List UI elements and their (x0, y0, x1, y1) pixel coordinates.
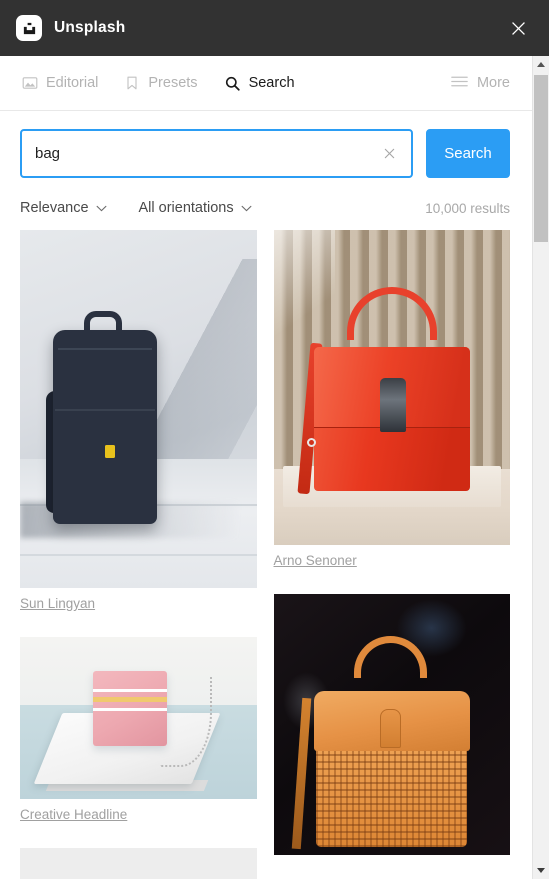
scroll-down-arrow-icon[interactable] (533, 862, 549, 879)
sort-dropdown[interactable]: Relevance (20, 200, 107, 216)
result-card: Arno Senoner (273, 230, 510, 586)
window-body: Editorial Presets Search More bag Search… (0, 56, 549, 879)
photo-thumbnail[interactable] (273, 230, 510, 545)
search-submit-button[interactable]: Search (426, 129, 510, 178)
photo-art-layer (53, 330, 158, 524)
filter-row: Relevance All orientations 10,000 result… (0, 194, 532, 230)
orientation-dropdown-label: All orientations (138, 200, 234, 216)
results-count: 10,000 results (425, 200, 510, 216)
image-icon (22, 75, 38, 91)
window-titlebar: Unsplash (0, 0, 549, 56)
photo-art-layer (316, 737, 468, 848)
photo-art-layer (379, 708, 402, 748)
scrollbar-thumb[interactable] (533, 75, 548, 242)
orientation-dropdown[interactable]: All orientations (139, 200, 252, 216)
photo-art-layer (55, 409, 155, 411)
content-area: Editorial Presets Search More bag Search… (0, 56, 532, 879)
loading-placeholder (20, 848, 257, 879)
result-card: Creative Headline (20, 637, 257, 840)
more-menu-button[interactable]: More (451, 75, 510, 92)
vertical-scrollbar[interactable] (532, 56, 549, 879)
scrollbar-track[interactable] (533, 73, 549, 862)
search-row: bag Search (0, 111, 532, 194)
tab-search-label: Search (248, 75, 295, 91)
unsplash-plugin-window: Unsplash Editorial Presets Search More b… (0, 0, 549, 879)
photo-art-layer (306, 437, 316, 447)
tab-presets[interactable]: Presets (124, 75, 198, 91)
window-title: Unsplash (54, 19, 126, 36)
photo-credit-link[interactable]: Sun Lingyan (20, 596, 95, 611)
more-menu-label: More (476, 75, 510, 91)
sort-dropdown-label: Relevance (20, 200, 89, 216)
result-card (273, 594, 510, 855)
search-input[interactable]: bag (20, 129, 413, 178)
tabbar: Editorial Presets Search More (0, 56, 532, 111)
bookmark-icon (124, 75, 140, 91)
close-window-button[interactable] (501, 11, 535, 45)
photo-credit-link[interactable]: Creative Headline (20, 807, 127, 822)
photo-art-layer (93, 708, 167, 712)
chevron-down-icon (241, 205, 252, 212)
photo-art-layer (379, 378, 406, 432)
photo-art-layer (93, 696, 167, 702)
photo-thumbnail[interactable] (20, 230, 257, 588)
results-grid: Sun Lingyan Creative Headline Arno Senon… (0, 230, 532, 879)
tab-presets-label: Presets (148, 75, 198, 91)
search-input-value: bag (35, 145, 61, 162)
photo-art-layer (105, 444, 116, 458)
arrow-up-glyph (537, 62, 545, 67)
tab-search[interactable]: Search (224, 75, 295, 92)
brand: Unsplash (16, 15, 125, 41)
photo-thumbnail[interactable] (273, 594, 510, 855)
result-card: Sun Lingyan (20, 230, 257, 629)
arrow-down-glyph (537, 868, 545, 873)
search-icon (224, 75, 241, 92)
chevron-down-icon (96, 205, 107, 212)
hamburger-icon (451, 75, 468, 92)
photo-art-layer (20, 554, 257, 556)
photo-art-layer (273, 230, 335, 338)
clear-search-icon[interactable] (375, 140, 403, 168)
photo-art-layer (57, 348, 153, 351)
results-column-left: Sun Lingyan Creative Headline (20, 230, 257, 879)
photo-art-layer (93, 688, 167, 692)
results-column-right: Arno Senoner (273, 230, 510, 879)
photo-thumbnail[interactable] (20, 637, 257, 799)
unsplash-logo-icon (16, 15, 42, 41)
tab-editorial[interactable]: Editorial (22, 75, 98, 91)
scroll-up-arrow-icon[interactable] (533, 56, 549, 73)
photo-credit-link[interactable]: Arno Senoner (274, 553, 357, 568)
tab-editorial-label: Editorial (46, 75, 99, 91)
